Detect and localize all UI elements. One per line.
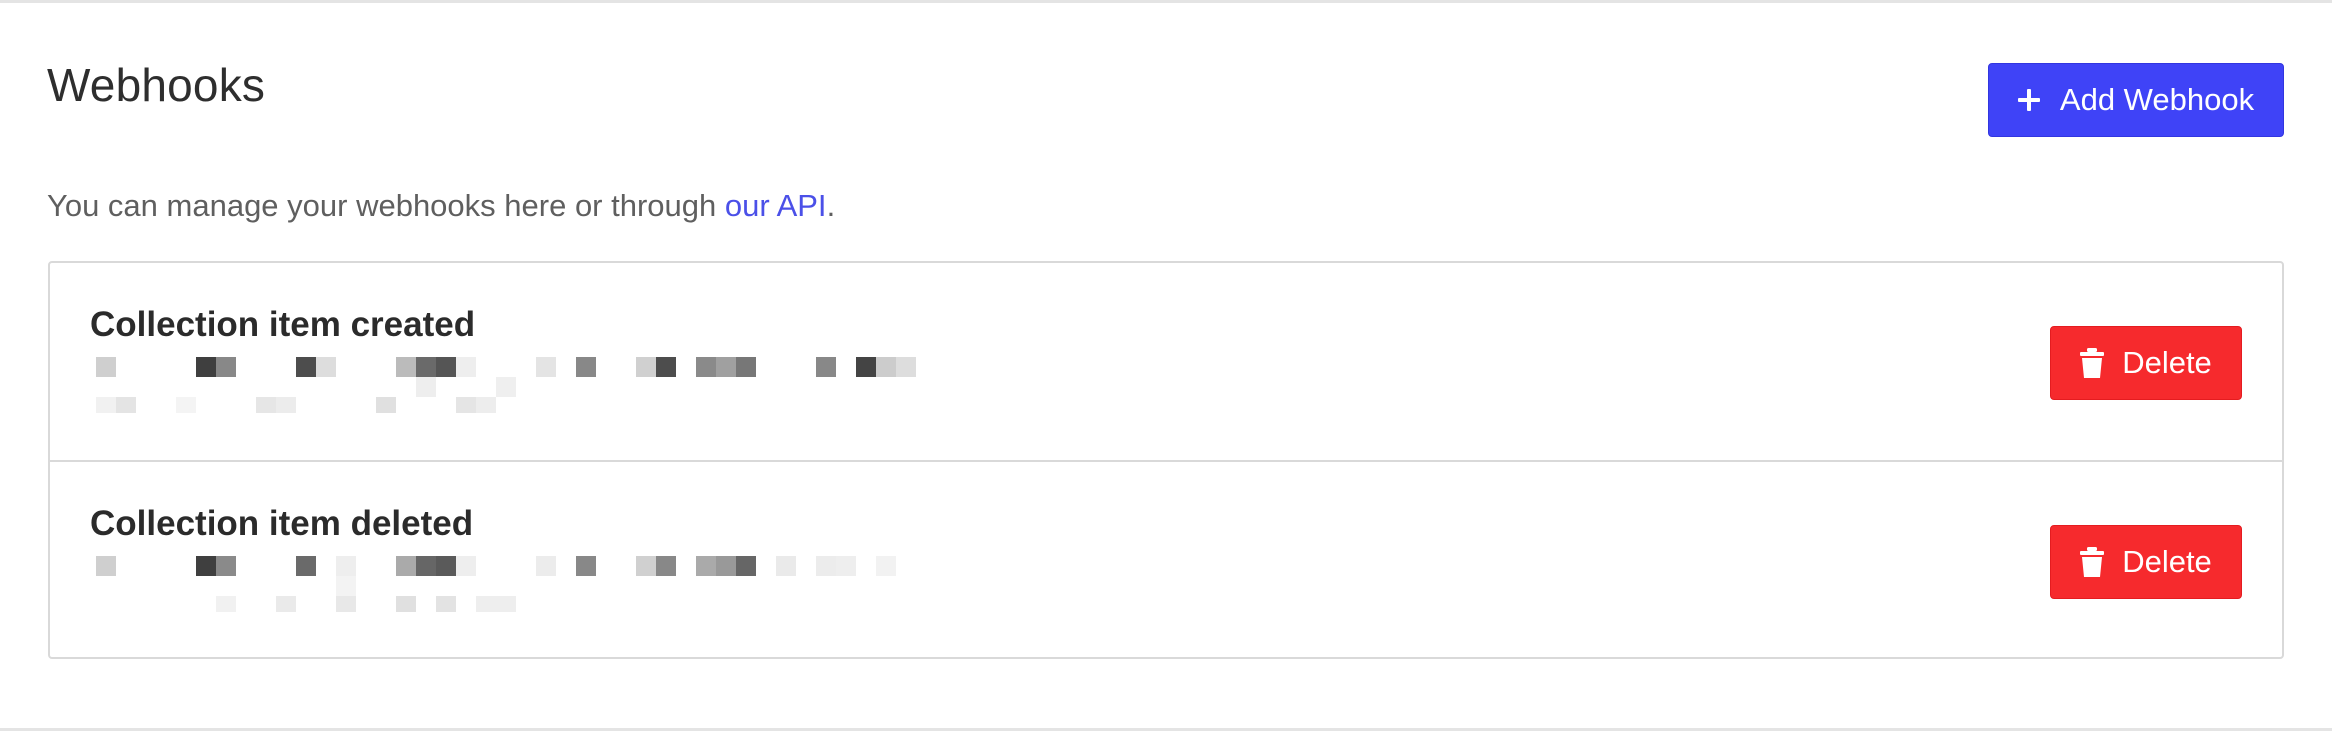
webhook-event-title: Collection item created bbox=[90, 305, 476, 344]
webhook-event-title: Collection item deleted bbox=[90, 504, 474, 543]
page-description: You can manage your webhooks here or thr… bbox=[47, 188, 835, 224]
plus-icon bbox=[2017, 89, 2040, 111]
trash-icon bbox=[2080, 547, 2105, 577]
top-divider bbox=[0, 0, 2332, 3]
redacted-webhook-url bbox=[96, 554, 972, 620]
add-webhook-label: Add Webhook bbox=[2059, 82, 2255, 117]
description-text: You can manage your webhooks here or thr… bbox=[47, 188, 725, 223]
trash-icon bbox=[2080, 348, 2105, 378]
delete-label: Delete bbox=[2122, 345, 2212, 380]
webhook-list: Collection item created Delete Collectio… bbox=[48, 261, 2284, 659]
delete-button[interactable]: Delete bbox=[2050, 326, 2242, 400]
add-webhook-button[interactable]: Add Webhook bbox=[1988, 63, 2284, 137]
api-link[interactable]: our API bbox=[725, 188, 827, 223]
description-suffix: . bbox=[826, 188, 836, 223]
webhooks-page: Webhooks Add Webhook You can manage your… bbox=[0, 0, 2332, 732]
webhook-row: Collection item created Delete bbox=[50, 263, 2282, 460]
webhook-row: Collection item deleted Delete bbox=[50, 460, 2282, 657]
delete-label: Delete bbox=[2122, 544, 2212, 579]
delete-button[interactable]: Delete bbox=[2050, 525, 2242, 599]
bottom-divider bbox=[0, 728, 2332, 731]
page-title: Webhooks bbox=[47, 59, 266, 111]
redacted-webhook-url bbox=[96, 355, 972, 421]
